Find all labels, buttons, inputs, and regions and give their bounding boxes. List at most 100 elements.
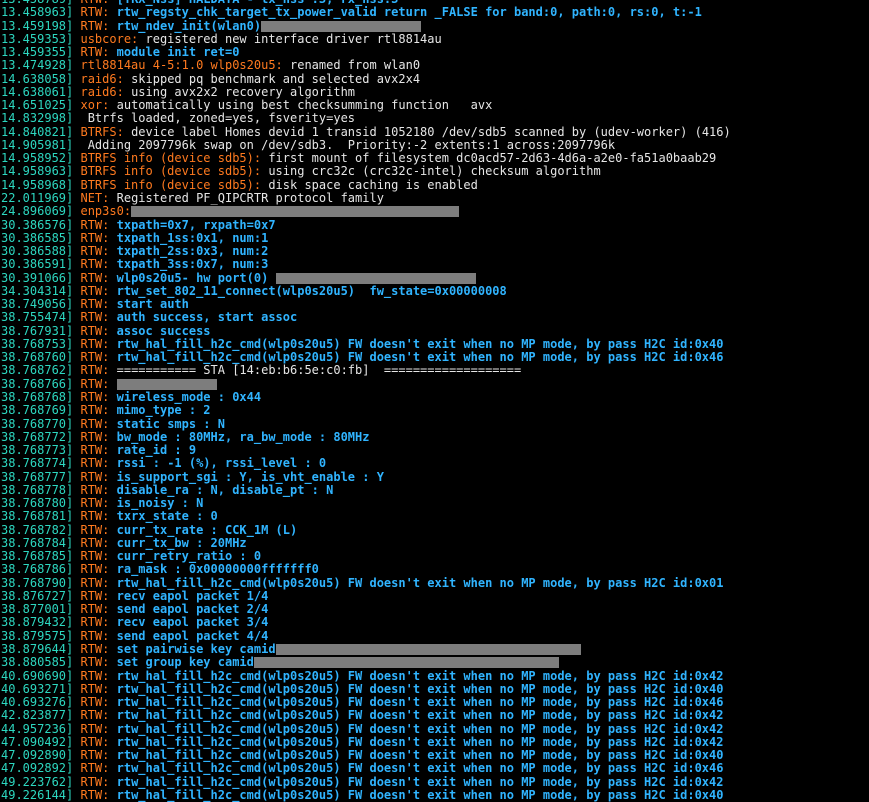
log-timestamp: 38.767931] [1,324,74,338]
log-timestamp: 13.474928] [1,59,74,73]
log-source-prefix: RTW: [80,616,110,630]
log-source-prefix: RTW: [80,497,110,511]
log-message: Btrfs loaded, zoned=yes, fsverity=yes [80,112,356,126]
log-source-prefix: RTW: [80,749,110,763]
log-source-prefix: RTW: [80,536,110,550]
log-line: 38.768772] RTW: bw_mode : 80MHz, ra_bw_m… [0,431,869,444]
log-source-prefix: RTW: [80,550,110,564]
log-line: 38.768768] RTW: wireless_mode : 0x44 [0,391,869,404]
log-timestamp: 40.693271] [1,682,74,696]
log-timestamp: 38.768781] [1,510,74,524]
log-message: using avx2x2 recovery algorithm [123,85,356,99]
log-line: 22.011969] NET: Registered PF_QIPCRTR pr… [0,192,869,205]
log-source-prefix: rtl8814au 4-5:1.0 wlp0s20u5: [80,59,283,73]
log-timestamp: 49.223762] [1,775,74,789]
log-message: start auth [109,298,189,312]
log-source-prefix: RTW: [80,669,110,683]
log-line: 47.092892] RTW: rtw_hal_fill_h2c_cmd(wlp… [0,762,869,775]
log-line: 14.840821] BTRFS: device label Homes dev… [0,126,869,139]
log-message: disk space caching is enabled [261,178,478,192]
log-timestamp: 38.755474] [1,311,74,325]
log-line: 30.386576] RTW: txpath=0x7, rxpath=0x7 [0,219,869,232]
log-message: ra_mask : 0x00000000fffffff0 [109,563,319,577]
log-source-prefix: RTW: [80,483,110,497]
log-timestamp: 40.693276] [1,696,74,710]
log-source-prefix: RTW: [80,656,110,670]
log-timestamp: 38.877001] [1,603,74,617]
log-timestamp: 14.905981] [1,138,74,152]
log-line: 38.879432] RTW: recv eapol packet 3/4 [0,616,869,629]
log-line: 24.896069] enp3s0: [0,205,869,218]
log-line: 14.958952] BTRFS info (device sdb5): fir… [0,152,869,165]
log-line: 38.768778] RTW: disable_ra : N, disable_… [0,484,869,497]
log-source-prefix: RTW: [80,351,110,365]
log-timestamp: 13.458963] [1,6,74,20]
log-message: static smps : N [109,417,225,431]
log-timestamp: 14.638061] [1,85,74,99]
log-line: 13.474928] rtl8814au 4-5:1.0 wlp0s20u5: … [0,59,869,72]
log-line: 38.768753] RTW: rtw_hal_fill_h2c_cmd(wlp… [0,338,869,351]
log-line: 38.768760] RTW: rtw_hal_fill_h2c_cmd(wlp… [0,351,869,364]
log-source-prefix: enp3s0: [80,205,132,219]
log-timestamp: 44.957236] [1,722,74,736]
log-timestamp: 38.768777] [1,470,74,484]
log-timestamp: 14.832998] [1,112,74,126]
log-message: module init ret=0 [109,46,240,60]
log-timestamp: 22.011969] [1,191,74,205]
terminal-output[interactable]: 13.458789] RTW: [TRX_Nss] HALDATA - tx_n… [0,0,869,802]
log-source-prefix: RTW: [80,576,110,590]
log-message: wireless_mode : 0x44 [109,390,262,404]
log-line: 38.768784] RTW: curr_tx_bw : 20MHz [0,537,869,550]
log-line: 38.768781] RTW: txrx_state : 0 [0,510,869,523]
log-message: mimo_type : 2 [109,404,211,418]
log-source-prefix: RTW: [80,404,110,418]
log-message: txrx_state : 0 [109,510,218,524]
log-message: curr_tx_rate : CCK_1M (L) [109,523,298,537]
log-timestamp: 38.768772] [1,430,74,444]
log-line: 38.768769] RTW: mimo_type : 2 [0,404,869,417]
log-source-prefix: NET: [80,191,110,205]
log-source-prefix: RTW: [80,231,110,245]
log-timestamp: 14.958968] [1,178,74,192]
log-timestamp: 42.823877] [1,709,74,723]
log-source-prefix: RTW: [80,337,110,351]
log-message: rtw_ndev_init(wlan0) [109,19,262,33]
log-line: 44.957236] RTW: rtw_hal_fill_h2c_cmd(wlp… [0,723,869,736]
log-message: is_support_sgi : Y, is_vht_enable : Y [109,470,384,484]
log-line: 47.090492] RTW: rtw_hal_fill_h2c_cmd(wlp… [0,736,869,749]
log-message: using crc32c (crc32c-intel) checksum alg… [261,165,601,179]
redaction-block [275,272,476,284]
log-timestamp: 38.768753] [1,337,74,351]
log-timestamp: 38.768774] [1,457,74,471]
log-line: 38.749056] RTW: start auth [0,298,869,311]
log-source-prefix: RTW: [80,258,110,272]
log-line: 49.223762] RTW: rtw_hal_fill_h2c_cmd(wlp… [0,776,869,789]
log-timestamp: 38.768782] [1,523,74,537]
log-source-prefix: RTW: [80,589,110,603]
log-message: wlp0s20u5- hw port(0) [109,271,276,285]
log-message: txpath_2ss:0x3, num:2 [109,245,269,259]
log-source-prefix: BTRFS: [80,125,124,139]
log-timestamp: 34.304314] [1,284,74,298]
log-line: 38.768773] RTW: rate_id : 9 [0,444,869,457]
log-line: 30.386591] RTW: txpath_3ss:0x7, num:3 [0,258,869,271]
log-source-prefix: RTW: [80,284,110,298]
log-message: send eapol packet 4/4 [109,629,269,643]
log-source-prefix: RTW: [80,682,110,696]
log-timestamp: 38.876727] [1,589,74,603]
log-timestamp: 14.958963] [1,165,74,179]
log-message: Registered PF_QIPCRTR protocol family [109,191,384,205]
log-line: 13.459353] usbcore: registered new inter… [0,33,869,46]
log-message: rssi : -1 (%), rssi_level : 0 [109,457,327,471]
log-source-prefix: RTW: [80,46,110,60]
log-message: registered new interface driver rtl8814a… [138,32,442,46]
log-message: rtw_hal_fill_h2c_cmd(wlp0s20u5) FW doesn… [109,351,724,365]
log-line: 38.879575] RTW: send eapol packet 4/4 [0,630,869,643]
log-line: 38.768762] RTW: =========== STA [14:eb:b… [0,364,869,377]
log-message: rtw_set_802_11_connect(wlp0s20u5) fw_sta… [109,284,507,298]
log-source-prefix: RTW: [80,696,110,710]
log-timestamp: 13.458789] [1,0,73,6]
log-source-prefix: RTW: [80,735,110,749]
log-message: is_noisy : N [109,497,204,511]
log-source-prefix: RTW: [80,523,110,537]
